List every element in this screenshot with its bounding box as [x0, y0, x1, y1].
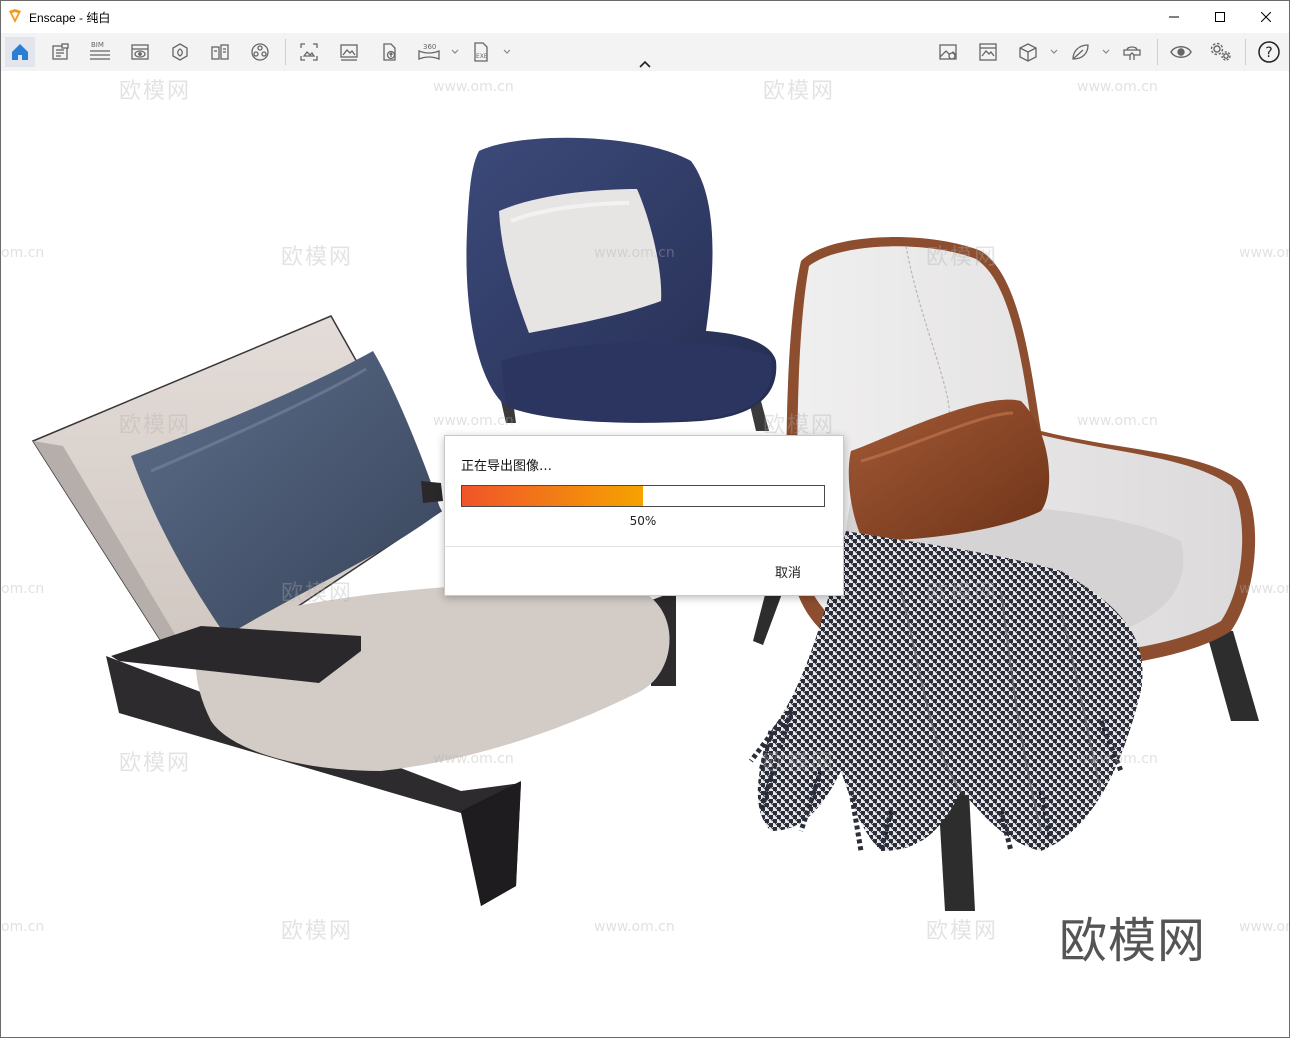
batch-render-button[interactable] — [334, 37, 364, 67]
app-window: Enscape - 纯白 BIM 360 EXE ? 欧模网 www.om.cn… — [0, 0, 1290, 1038]
watermark-text: 欧模网 — [926, 245, 999, 270]
atmosphere-icon — [1072, 44, 1089, 60]
watermark-text: 欧模网 — [763, 79, 836, 104]
watermark-url: www.om.cn — [1077, 79, 1158, 95]
title-bar: Enscape - 纯白 — [1, 1, 1289, 33]
help-button[interactable]: ? — [1254, 37, 1284, 67]
watermark-text: 欧模网 — [926, 581, 999, 606]
watermark-text: 欧模网 — [119, 79, 192, 104]
watermark-url: www.om.cn — [594, 245, 675, 261]
help-icon: ? — [1258, 41, 1280, 63]
bim-icon: BIM — [90, 41, 110, 60]
progress-bar — [461, 485, 825, 507]
material-icon — [211, 44, 229, 60]
watermark-url: om.cn — [1, 919, 45, 935]
home-button[interactable] — [5, 37, 35, 67]
view-button[interactable] — [125, 37, 155, 67]
watermark-text: 欧模网 — [926, 919, 999, 944]
watermark-url: www.om.cn — [1077, 751, 1158, 767]
upload-icon — [383, 43, 396, 61]
visual-settings-button[interactable] — [933, 37, 963, 67]
eye-icon — [1170, 46, 1192, 58]
document-button[interactable] — [45, 37, 75, 67]
navy-lounge-chair — [466, 137, 777, 431]
cancel-button[interactable]: 取消 — [775, 562, 801, 581]
svg-text:EXE: EXE — [476, 53, 488, 60]
views-button[interactable] — [1013, 37, 1043, 67]
chevron-down-icon[interactable] — [450, 47, 460, 57]
video-editor-icon — [251, 43, 269, 61]
video-editor-button[interactable] — [245, 37, 275, 67]
atmosphere-button[interactable] — [1065, 37, 1095, 67]
watermark-url: www.om.cn — [1239, 245, 1289, 261]
chevron-down-icon[interactable] — [502, 47, 512, 57]
asset-library-icon — [172, 43, 188, 61]
watermark-text: 欧模网 — [119, 413, 192, 438]
watermark-text: 欧模网 — [119, 751, 192, 776]
export-progress-dialog: 正在导出图像… 50% 取消 — [444, 435, 844, 596]
watermark-text: 欧模网 — [281, 919, 354, 944]
screenshot-button[interactable] — [294, 37, 324, 67]
window-title: Enscape - 纯白 — [29, 11, 111, 25]
bim-button[interactable]: BIM — [85, 37, 115, 67]
maximize-button[interactable] — [1197, 1, 1243, 33]
visual-settings-icon — [939, 44, 957, 60]
svg-text:BIM: BIM — [91, 41, 104, 49]
toolbar-separator — [285, 39, 286, 65]
progress-bar-fill — [462, 486, 643, 506]
toolbar-separator — [1157, 39, 1158, 65]
exe-export-button[interactable]: EXE — [466, 37, 496, 67]
watermark-url: www.om.cn — [1077, 413, 1158, 429]
progress-percent: 50% — [629, 514, 657, 528]
watermark-text: 欧模网 — [281, 581, 354, 606]
chevron-up-icon[interactable] — [638, 59, 652, 69]
minimize-button[interactable] — [1151, 1, 1197, 33]
watermark-url: www.om.cn — [1239, 581, 1289, 597]
eye-button[interactable] — [1166, 37, 1196, 67]
dialog-title: 正在导出图像… — [461, 459, 553, 474]
home-icon — [12, 44, 28, 60]
material-button[interactable] — [205, 37, 235, 67]
watermark-url: om.cn — [1, 245, 45, 261]
asset-library-button[interactable] — [165, 37, 195, 67]
watermark-url: www.om.cn — [433, 751, 514, 767]
watermark-url: om.cn — [1, 581, 45, 597]
toolbar-separator — [1245, 39, 1246, 65]
settings-icon — [1210, 42, 1231, 61]
close-button[interactable] — [1243, 1, 1289, 33]
panorama-button[interactable]: 360 — [414, 37, 444, 67]
render-preview-button[interactable] — [973, 37, 1003, 67]
view-icon — [131, 44, 149, 60]
maximize-icon — [1215, 12, 1225, 22]
dialog-divider — [445, 546, 843, 547]
batch-render-icon — [340, 44, 358, 61]
svg-text:360: 360 — [423, 43, 436, 51]
watermark-url: www.om.cn — [1239, 919, 1289, 935]
watermark-text: 欧模网 — [281, 245, 354, 270]
svg-text:?: ? — [1265, 45, 1272, 61]
watermark-url: www.om.cn — [594, 919, 675, 935]
enscape-logo-icon — [9, 9, 21, 23]
watermark-url: www.om.cn — [433, 79, 514, 95]
views-cube-icon — [1019, 43, 1037, 62]
exe-export-icon: EXE — [474, 42, 488, 62]
chevron-down-icon[interactable] — [1101, 47, 1111, 57]
close-icon — [1261, 12, 1271, 22]
screenshot-icon — [300, 43, 318, 61]
minimize-icon — [1169, 16, 1179, 18]
render-preview-icon — [979, 43, 997, 61]
chevron-down-icon[interactable] — [1049, 47, 1059, 57]
watermark-text: 欧模网 — [763, 751, 836, 776]
upload-button[interactable] — [374, 37, 404, 67]
panorama-360-icon: 360 — [418, 43, 440, 60]
document-icon — [52, 43, 69, 60]
settings-button[interactable] — [1206, 37, 1236, 67]
watermark-url: www.om.cn — [433, 413, 514, 429]
vr-headset-button[interactable] — [1117, 37, 1147, 67]
vr-headset-icon — [1123, 46, 1141, 60]
brand-logo-text: 欧模网 — [1059, 913, 1207, 969]
